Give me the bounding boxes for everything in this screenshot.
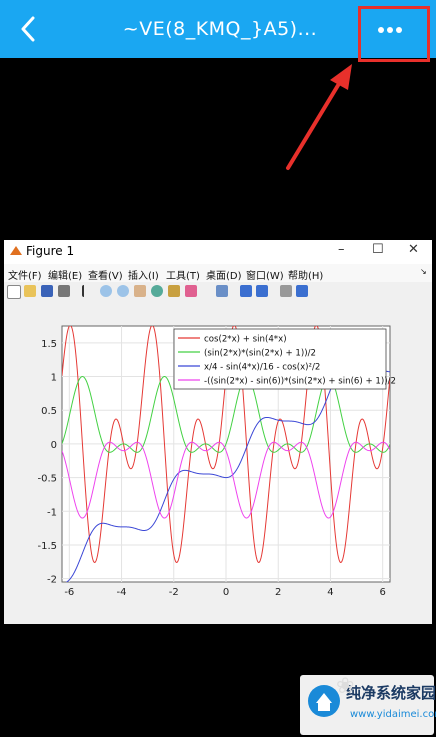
figure-menu-bar: 文件(F) 编辑(E) 查看(V) 插入(I) 工具(T) 桌面(D) 窗口(W… — [4, 264, 432, 282]
y-tick-label: -0.5 — [37, 474, 57, 485]
x-tick-label: 6 — [380, 587, 386, 598]
x-tick-label: 2 — [275, 587, 281, 598]
figure-window-title: Figure 1 — [26, 244, 75, 258]
watermark-url: www.yidaimei.com — [350, 709, 436, 720]
save-icon[interactable] — [41, 285, 53, 297]
watermark: 纯净系统家园 www.yidaimei.com — [300, 675, 436, 735]
matlab-logo-icon — [10, 246, 22, 255]
line-chart: -6 -4 -2 0 2 4 6 1.5 1 0.5 0 -0.5 -1 -1.5 -2 cos(2*x) … — [37, 325, 396, 598]
page-title: ~VE(8_KMQ_}A5)... — [122, 18, 318, 40]
y-tick-label: 1.5 — [41, 339, 57, 350]
show-plot-tools-icon[interactable] — [296, 285, 308, 297]
watermark-title: 纯净系统家园 — [346, 684, 436, 702]
y-tick-label: 0 — [51, 440, 57, 451]
x-tick-label: 4 — [327, 587, 333, 598]
x-tick-label: -4 — [117, 587, 127, 598]
x-tick-label: -6 — [64, 587, 74, 598]
x-tick-label: -2 — [169, 587, 179, 598]
legend-label-3: x/4 - sin(4*x)/16 - cos(x)²/2 — [204, 363, 320, 373]
zoom-out-icon[interactable] — [117, 285, 129, 297]
highlight-box — [358, 6, 430, 62]
hide-plot-tools-icon[interactable] — [280, 285, 292, 297]
data-cursor-icon[interactable] — [168, 285, 180, 297]
menu-view[interactable]: 查看(V) — [88, 267, 123, 282]
y-tick-label: 0.5 — [41, 406, 57, 417]
brush-icon[interactable] — [185, 285, 197, 297]
y-tick-label: -1 — [47, 507, 57, 518]
figure-toolbar — [4, 282, 432, 303]
legend-icon[interactable] — [256, 285, 268, 297]
open-file-icon[interactable] — [24, 285, 36, 297]
menu-overflow-icon[interactable]: ↘ — [420, 267, 427, 276]
x-tick-label: 0 — [223, 587, 229, 598]
chevron-left-icon — [21, 16, 35, 42]
y-tick-label: -2 — [47, 575, 57, 586]
pan-hand-icon[interactable] — [134, 285, 146, 297]
legend-label-2: (sin(2*x)*(sin(2*x) + 1))/2 — [204, 349, 316, 359]
plot-area: -6 -4 -2 0 2 4 6 1.5 1 0.5 0 -0.5 -1 -1.5 -2 cos(2*x) … — [4, 302, 432, 624]
pointer-icon[interactable] — [82, 285, 90, 297]
matlab-figure-window: Figure 1 – ☐ ✕ 文件(F) 编辑(E) 查看(V) 插入(I) 工… — [4, 240, 432, 624]
menu-insert[interactable]: 插入(I) — [128, 267, 159, 282]
zoom-in-icon[interactable] — [100, 285, 112, 297]
menu-help[interactable]: 帮助(H) — [288, 267, 323, 282]
figure-title-bar: Figure 1 – ☐ ✕ — [4, 240, 432, 264]
menu-window[interactable]: 窗口(W) — [246, 267, 284, 282]
y-tick-label: -1.5 — [37, 541, 57, 552]
menu-tools[interactable]: 工具(T) — [166, 267, 200, 282]
legend-label-1: cos(2*x) + sin(4*x) — [204, 335, 287, 345]
rotate-3d-icon[interactable] — [151, 285, 163, 297]
new-figure-icon[interactable] — [7, 285, 21, 299]
menu-file[interactable]: 文件(F) — [8, 267, 42, 282]
back-button[interactable] — [14, 14, 42, 44]
menu-desktop[interactable]: 桌面(D) — [206, 267, 242, 282]
legend: cos(2*x) + sin(4*x) (sin(2*x)*(sin(2*x) +… — [173, 328, 396, 390]
legend-label-4: -((sin(2*x) - sin(6))*(sin(2*x) + sin(6)… — [204, 377, 396, 387]
print-icon[interactable] — [58, 285, 70, 297]
annotation-arrow-icon — [286, 64, 352, 170]
y-tick-label: 1 — [51, 373, 57, 384]
link-plot-icon[interactable] — [216, 285, 228, 297]
close-button[interactable]: ✕ — [408, 242, 419, 257]
paw-watermark-icon: ❀ — [336, 674, 355, 699]
maximize-button[interactable]: ☐ — [372, 242, 384, 257]
menu-edit[interactable]: 编辑(E) — [48, 267, 82, 282]
colorbar-icon[interactable] — [240, 285, 252, 297]
minimize-button[interactable]: – — [338, 242, 345, 257]
